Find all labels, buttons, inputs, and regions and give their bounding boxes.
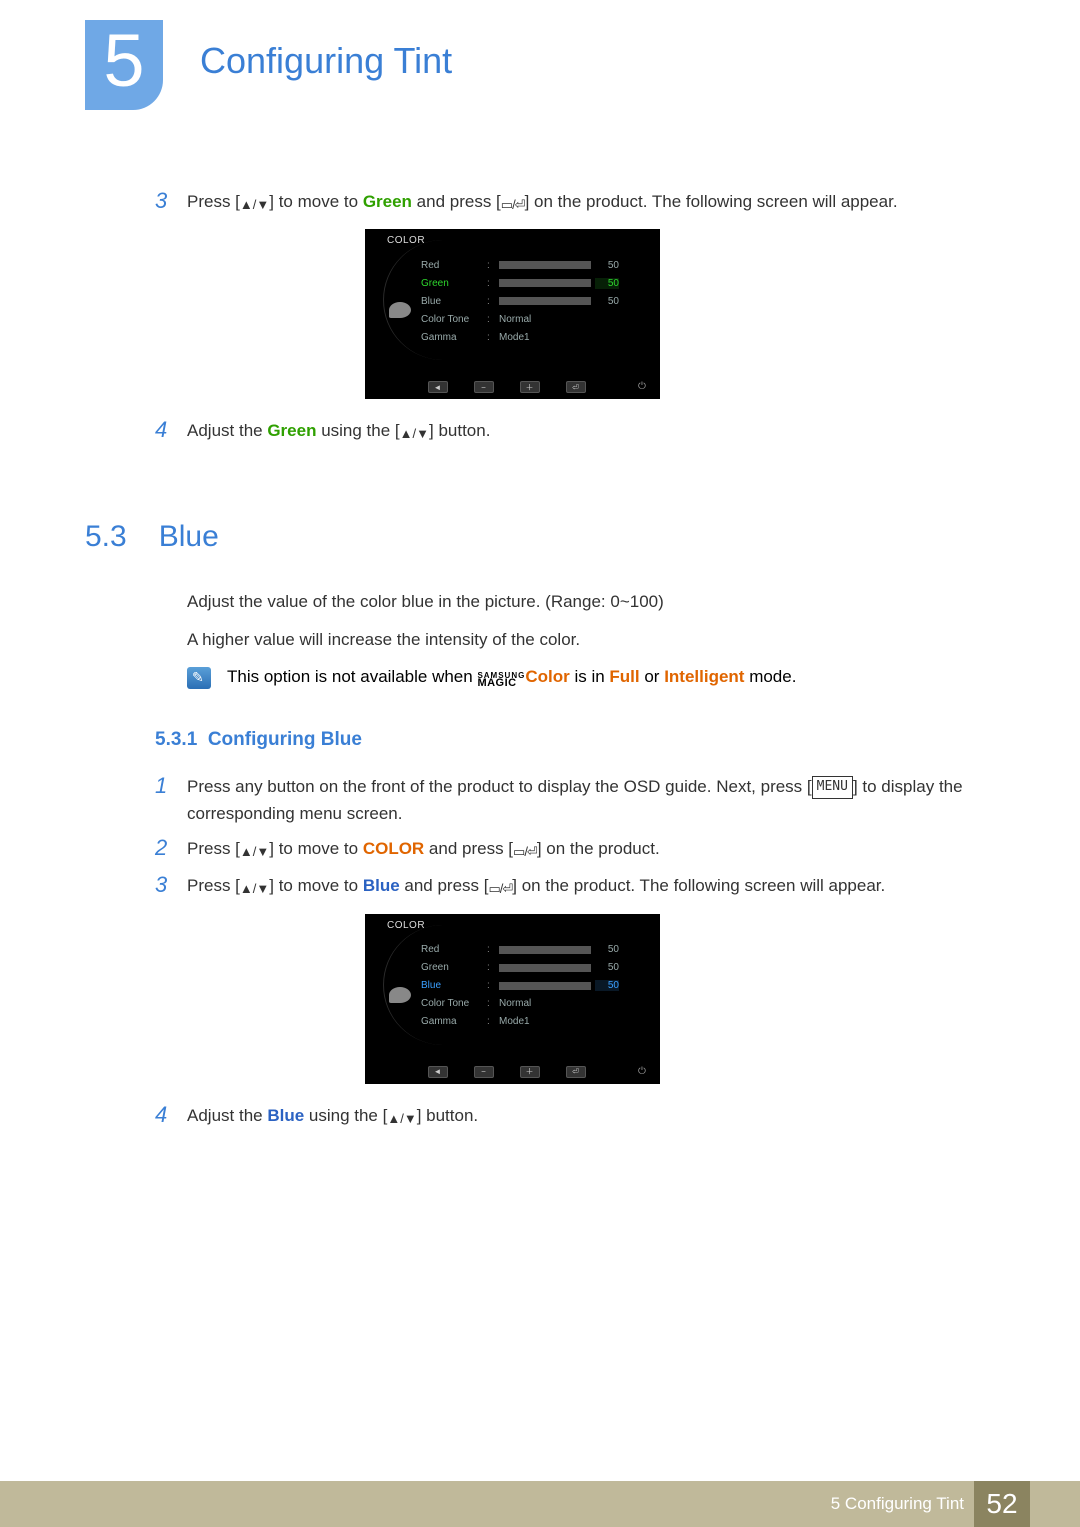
section-number: 5.3 [85, 520, 127, 554]
blue-step-4: 4 Adjust the Blue using the [] button. [155, 1102, 975, 1131]
step-number: 1 [155, 773, 187, 799]
osd-row-red: Red : 50 [421, 256, 642, 274]
osd-row-blue: Blue : 50 [421, 977, 642, 995]
osd-nav-minus-icon: − [474, 1066, 494, 1078]
step-text: Adjust the Blue using the [] button. [187, 1102, 975, 1131]
menu-key: MENU [812, 776, 853, 799]
osd-icon-column [387, 941, 421, 1031]
osd-row-green: Green : 50 [421, 274, 642, 292]
blue-step-2: 2 Press [] to move to COLOR and press []… [155, 835, 975, 864]
footer-chapter-label: 5 Configuring Tint [831, 1494, 964, 1514]
enter-icon [513, 841, 537, 860]
osd-row-colortone: Color Tone : Normal [421, 995, 642, 1013]
power-icon: ⏻ [636, 1066, 648, 1078]
step-number: 3 [155, 188, 187, 214]
green-step-4: 4 Adjust the Green using the [] button. [155, 417, 975, 446]
step-number: 2 [155, 835, 187, 861]
power-icon: ⏻ [636, 381, 648, 393]
osd-row-gamma: Gamma : Mode1 [421, 328, 642, 346]
step-number: 4 [155, 1102, 187, 1128]
osd-arc-decoration [383, 925, 443, 1045]
osd-row-blue: Blue : 50 [421, 292, 642, 310]
osd-row-red: Red : 50 [421, 941, 642, 959]
osd-rows: Red : 50 Green : 50 Blue : [421, 941, 642, 1031]
osd-nav-back-icon: ◄ [428, 381, 448, 393]
section-title: Blue [159, 520, 219, 554]
up-down-icon [240, 194, 269, 213]
osd-title: COLOR [365, 229, 660, 250]
color-keyword: COLOR [363, 839, 424, 858]
step-number: 3 [155, 872, 187, 898]
enter-icon [501, 194, 525, 213]
osd-nav-bar: ◄ − ＋ ⏎ [365, 381, 660, 393]
page-number: 52 [974, 1481, 1030, 1527]
osd-row-gamma: Gamma : Mode1 [421, 1013, 642, 1031]
step-number: 4 [155, 417, 187, 443]
green-keyword: Green [267, 421, 316, 440]
blue-step-1: 1 Press any button on the front of the p… [155, 773, 975, 827]
osd-rows: Red : 50 Green : 50 Blue : [421, 256, 642, 346]
chapter-title: Configuring Tint [200, 40, 452, 82]
blue-keyword: Blue [267, 1106, 304, 1125]
samsung-magic-logo: SAMSUNGMAGIC [477, 672, 525, 689]
up-down-icon [387, 1108, 416, 1127]
content-area: 3 Press [] to move to Green and press []… [155, 180, 975, 1139]
section-heading: 5.3 Blue [85, 520, 975, 554]
body-text: A higher value will increase the intensi… [187, 626, 975, 653]
enter-icon [488, 878, 512, 897]
subsection-heading: 5.3.1 Configuring Blue [155, 729, 975, 751]
green-step-3: 3 Press [] to move to Green and press []… [155, 188, 975, 217]
osd-row-colortone: Color Tone : Normal [421, 310, 642, 328]
blue-step-3: 3 Press [] to move to Blue and press [] … [155, 872, 975, 901]
osd-nav-plus-icon: ＋ [520, 381, 540, 393]
up-down-icon [240, 878, 269, 897]
osd-screenshot-green: COLOR Red : 50 Green : [365, 229, 660, 399]
page-footer: 5 Configuring Tint 52 [0, 1481, 1080, 1527]
osd-arc-decoration [383, 240, 443, 360]
osd-nav-enter-icon: ⏎ [566, 1066, 586, 1078]
step-text: Press any button on the front of the pro… [187, 773, 975, 827]
osd-nav-back-icon: ◄ [428, 1066, 448, 1078]
note-row: This option is not available when SAMSUN… [187, 667, 975, 689]
osd-row-green: Green : 50 [421, 959, 642, 977]
osd-nav-minus-icon: − [474, 381, 494, 393]
chapter-number: 5 [85, 20, 163, 102]
step-text: Press [] to move to Blue and press [] on… [187, 872, 975, 901]
osd-screenshot-blue: COLOR Red : 50 Green : [365, 914, 660, 1084]
up-down-icon [240, 841, 269, 860]
chapter-tab: 5 [85, 20, 163, 110]
osd-icon-column [387, 256, 421, 346]
osd-nav-bar: ◄ − ＋ ⏎ [365, 1066, 660, 1078]
manual-page: 5 Configuring Tint 3 Press [] to move to… [0, 0, 1080, 1527]
green-keyword: Green [363, 192, 412, 211]
note-icon [187, 667, 211, 689]
note-text: This option is not available when SAMSUN… [227, 667, 796, 689]
osd-nav-plus-icon: ＋ [520, 1066, 540, 1078]
osd-title: COLOR [365, 914, 660, 935]
osd-nav-enter-icon: ⏎ [566, 381, 586, 393]
step-text: Press [] to move to Green and press [] o… [187, 188, 975, 217]
step-text: Adjust the Green using the [] button. [187, 417, 975, 446]
body-text: Adjust the value of the color blue in th… [187, 588, 975, 615]
up-down-icon [400, 423, 429, 442]
blue-keyword: Blue [363, 876, 400, 895]
step-text: Press [] to move to COLOR and press [] o… [187, 835, 975, 864]
